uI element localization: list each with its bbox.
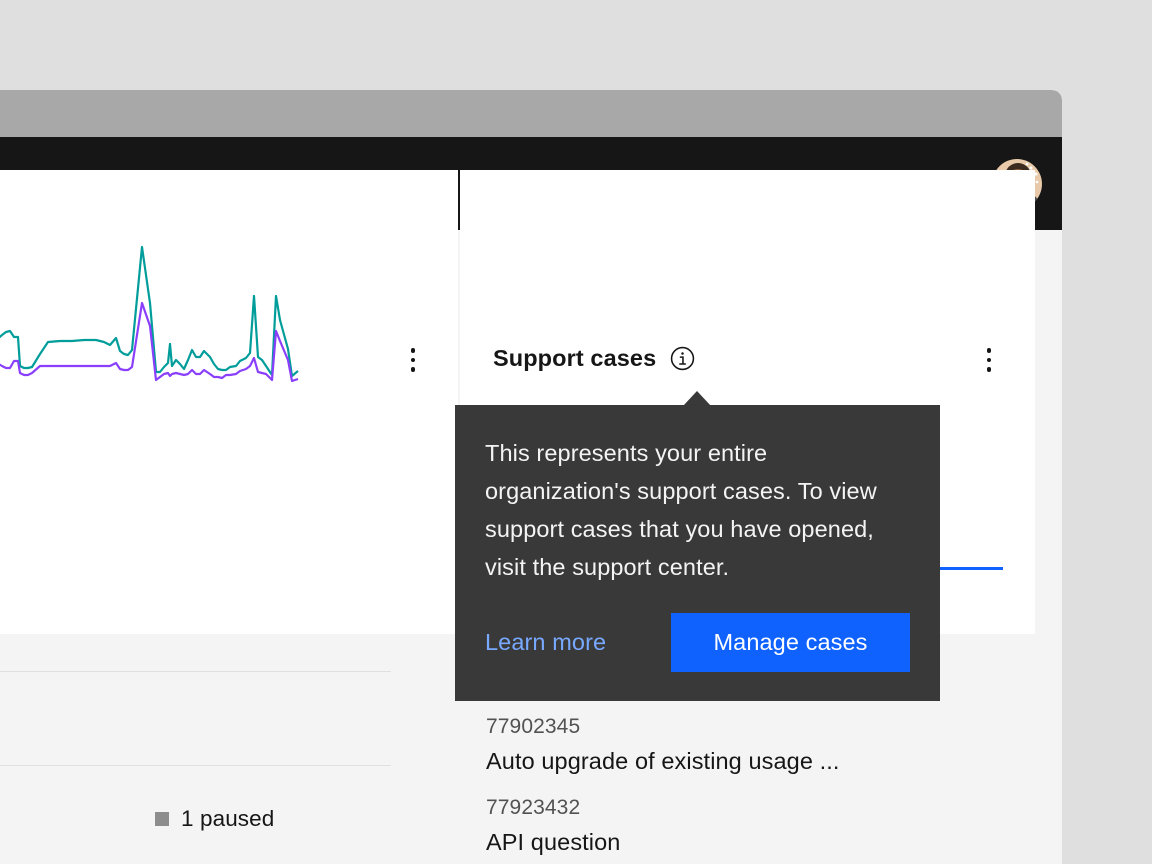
tooltip-actions: Learn more Manage cases xyxy=(485,613,910,672)
tooltip-body-text: This represents your entire organization… xyxy=(485,440,877,580)
chart-series-teal xyxy=(0,245,299,378)
menu-dot xyxy=(986,348,992,353)
usage-chart-legend: 1 paused xyxy=(155,806,274,832)
case-title[interactable]: Auto upgrade of existing usage ... xyxy=(486,742,966,780)
info-icon[interactable] xyxy=(670,346,695,371)
case-id: 77923432 xyxy=(486,796,581,819)
support-card-overflow-menu[interactable] xyxy=(969,340,1009,380)
tooltip-arrow xyxy=(683,391,711,406)
menu-dot xyxy=(986,367,992,372)
list-item[interactable]: 77902345 Auto upgrade of existing usage … xyxy=(486,712,966,780)
legend-label-paused: 1 paused xyxy=(181,806,275,831)
usage-card-overflow-menu[interactable] xyxy=(393,340,433,380)
menu-dot xyxy=(410,367,416,372)
legend-swatch-paused xyxy=(155,812,169,826)
manage-cases-button[interactable]: Manage cases xyxy=(671,613,910,672)
tab-active-underline xyxy=(940,567,1003,570)
menu-dot xyxy=(986,357,992,363)
usage-line-chart xyxy=(0,245,299,383)
usage-card-divider-bottom xyxy=(0,765,391,766)
browser-title-bar xyxy=(0,90,1062,137)
menu-dot xyxy=(410,348,416,353)
support-cases-header: Support cases xyxy=(493,345,695,372)
menu-dot xyxy=(410,357,416,363)
case-id: 77902345 xyxy=(486,715,581,738)
usage-card-divider-top xyxy=(0,671,391,672)
learn-more-link[interactable]: Learn more xyxy=(485,629,606,656)
support-case-list: 77902345 Auto upgrade of existing usage … xyxy=(486,712,966,864)
page-title: Support cases xyxy=(493,345,657,371)
list-item[interactable]: 77923432 API question xyxy=(486,793,966,861)
support-cases-tooltip: This represents your entire organization… xyxy=(455,405,940,701)
case-title[interactable]: API question xyxy=(486,823,966,861)
